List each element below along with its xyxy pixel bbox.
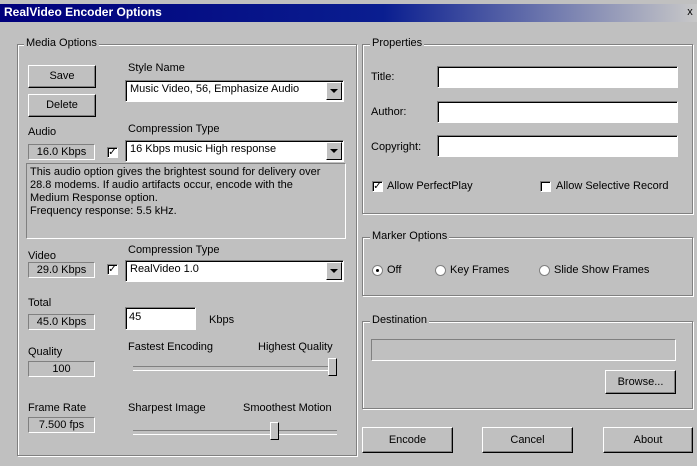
quality-readout: 100 [28,361,95,377]
author-label: Author: [371,106,407,118]
audio-kbps-readout: 16.0 Kbps [28,144,95,160]
chevron-down-icon[interactable] [326,82,342,100]
delete-button[interactable]: Delete [28,94,96,117]
save-button[interactable]: Save [28,65,96,88]
style-name-value: Music Video, 56, Emphasize Audio [130,83,300,95]
encode-button[interactable]: Encode [362,427,453,453]
marker-options-legend: Marker Options [370,230,450,242]
audio-enable-checkbox[interactable]: ✓ [107,147,118,158]
audio-label: Audio [28,126,57,138]
framerate-readout: 7.500 fps [28,417,95,433]
framerate-min-label: Sharpest Image [128,402,206,414]
quality-slider-track[interactable] [133,366,337,371]
audio-description: This audio option gives the brightest so… [26,163,346,239]
browse-button[interactable]: Browse... [605,370,676,394]
marker-keyframes-label[interactable]: Key Frames [450,264,509,276]
title-bar[interactable]: RealVideo Encoder Options x [0,4,697,22]
allow-perfectplay-checkbox[interactable]: ✓ [372,181,383,192]
video-compression-dropdown[interactable]: RealVideo 1.0 [125,260,344,282]
destination-group [362,321,693,409]
title-label: Title: [371,71,395,83]
quality-min-label: Fastest Encoding [128,341,213,353]
quality-slider-thumb[interactable] [328,358,337,376]
marker-off-radio[interactable] [372,265,383,276]
check-icon: ✓ [373,181,382,192]
video-compression-label: Compression Type [128,244,220,256]
marker-keyframes-radio[interactable] [435,265,446,276]
target-bitrate-input[interactable]: 45 [125,307,196,330]
video-label: Video [28,250,56,262]
total-label: Total [28,297,52,309]
quality-label: Quality [28,346,63,358]
video-enable-checkbox[interactable]: ✓ [107,264,118,275]
allow-perfectplay-label[interactable]: Allow PerfectPlay [387,180,473,192]
media-options-legend: Media Options [24,37,99,49]
check-icon: ✓ [108,264,117,275]
properties-legend: Properties [370,37,425,49]
allow-selective-record-label[interactable]: Allow Selective Record [556,180,669,192]
copyright-label: Copyright: [371,141,422,153]
cancel-button[interactable]: Cancel [482,427,573,453]
marker-slideshow-radio[interactable] [539,265,550,276]
target-bitrate-value: 45 [129,311,142,323]
audio-compression-dropdown[interactable]: 16 Kbps music High response [125,140,344,162]
author-input[interactable] [437,101,678,123]
quality-max-label: Highest Quality [258,341,333,353]
copyright-input[interactable] [437,135,678,157]
framerate-slider-track[interactable] [133,430,337,435]
style-name-dropdown[interactable]: Music Video, 56, Emphasize Audio [125,80,344,102]
style-name-label: Style Name [128,62,185,74]
window-title: RealVideo Encoder Options [4,5,162,19]
framerate-label: Frame Rate [28,402,87,414]
allow-selective-record-checkbox[interactable] [540,181,551,192]
close-icon[interactable]: x [683,5,697,20]
framerate-max-label: Smoothest Motion [243,402,332,414]
encoder-options-window: RealVideo Encoder Options x Media Option… [0,0,697,466]
destination-legend: Destination [370,314,430,326]
total-kbps-readout: 45.0 Kbps [28,314,95,330]
video-kbps-readout: 29.0 Kbps [28,262,95,278]
chevron-down-icon[interactable] [326,142,342,160]
title-input[interactable] [437,66,678,88]
marker-slideshow-label[interactable]: Slide Show Frames [554,264,649,276]
about-button[interactable]: About [603,427,693,453]
video-compression-value: RealVideo 1.0 [130,263,199,275]
check-icon: ✓ [108,147,117,158]
destination-path-field[interactable] [371,339,676,361]
audio-compression-label: Compression Type [128,123,220,135]
framerate-slider-thumb[interactable] [270,422,279,440]
chevron-down-icon[interactable] [326,262,342,280]
marker-off-label[interactable]: Off [387,264,401,276]
target-bitrate-unit: Kbps [209,314,235,326]
audio-compression-value: 16 Kbps music High response [130,143,277,155]
